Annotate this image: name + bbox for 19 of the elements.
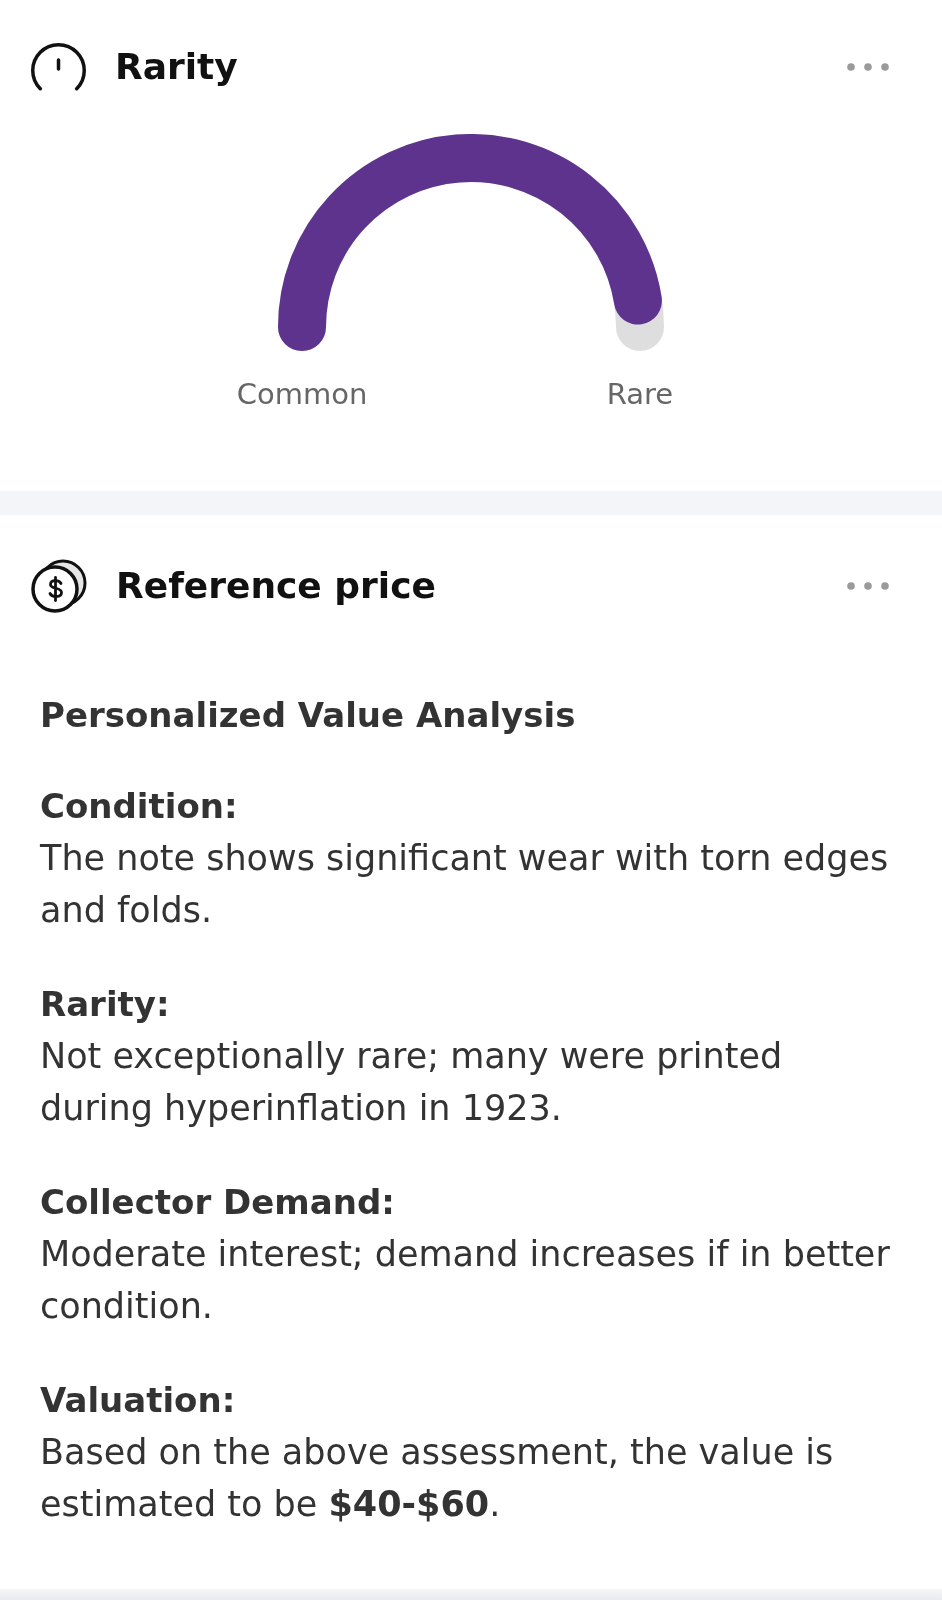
card-title: Rarity: [115, 45, 238, 89]
gauge-icon: [31, 43, 86, 91]
section-heading: Rarity:: [40, 983, 171, 1026]
more-icon: [847, 582, 889, 590]
section-text: The note shows significant wear with torn edges and folds.: [40, 837, 890, 932]
scale-label: Common: [236, 376, 368, 412]
section-heading: Collector Demand:: [40, 1181, 396, 1224]
scale-label: Rare: [606, 376, 674, 412]
analysis-heading: Personalized Value Analysis: [40, 694, 577, 737]
card-title: Reference price: [116, 564, 436, 608]
section-text: Based on the above assessment, the value is estimated to be $40-$60.: [40, 1431, 835, 1526]
more-button[interactable]: [847, 582, 889, 590]
more-button[interactable]: [847, 63, 889, 71]
section-heading: Valuation:: [40, 1379, 237, 1422]
section-text: Moderate interest; demand increases if in better condition.: [40, 1233, 891, 1328]
more-icon: [847, 63, 889, 71]
section-text: Not exceptionally rare; many were printed during hyperinflation in 1923.: [40, 1035, 784, 1130]
coins-icon: [31, 559, 87, 613]
section-heading: Condition:: [40, 785, 239, 828]
